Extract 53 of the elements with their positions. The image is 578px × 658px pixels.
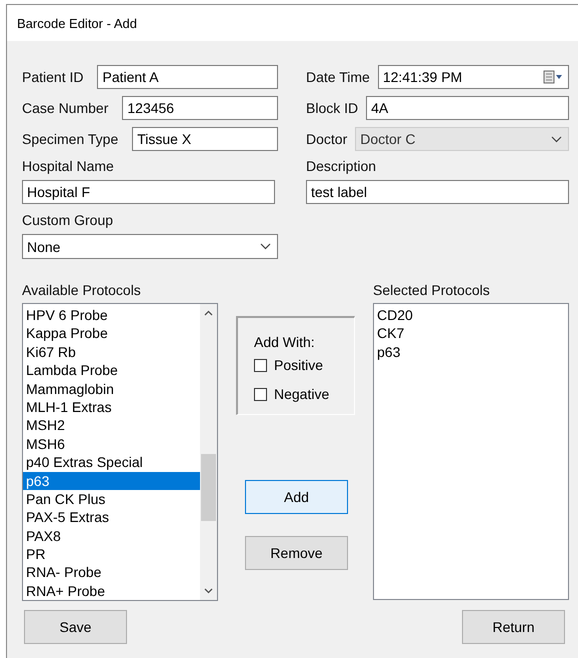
list-item[interactable]: MLH-1 Extras bbox=[23, 398, 200, 416]
list-item[interactable]: p63 bbox=[374, 342, 568, 362]
field-label: Block ID bbox=[306, 100, 358, 116]
action-button[interactable]: Save bbox=[24, 610, 127, 644]
list-item[interactable]: Pan CK Plus bbox=[23, 490, 200, 508]
field-label: Custom Group bbox=[22, 212, 114, 228]
chevron-down-icon bbox=[551, 136, 562, 142]
date-time-picker[interactable]: 12:41:39 PM bbox=[378, 65, 569, 89]
list-item[interactable]: RNA+ Probe bbox=[23, 582, 200, 600]
list-item[interactable]: MSH2 bbox=[23, 416, 200, 435]
checkbox[interactable]: Positive bbox=[254, 354, 324, 376]
field-label: Doctor bbox=[306, 131, 348, 147]
field-label: Case Number bbox=[22, 100, 108, 116]
chevron-down-icon bbox=[260, 243, 271, 250]
action-button[interactable]: Remove bbox=[245, 536, 348, 570]
text-field[interactable]: Patient A bbox=[97, 65, 278, 89]
text-field[interactable]: test label bbox=[306, 180, 569, 204]
field-label: Description bbox=[306, 158, 378, 174]
list-item[interactable]: RNA- Probe bbox=[23, 563, 200, 582]
list-item[interactable]: Mammaglobin bbox=[23, 380, 200, 398]
field-label: Patient ID bbox=[22, 69, 84, 85]
text-field[interactable]: Tissue X bbox=[132, 127, 278, 151]
scroll-down-icon bbox=[204, 588, 213, 594]
list-item[interactable]: CD20 bbox=[374, 306, 568, 324]
field-label: Specimen Type bbox=[22, 131, 118, 147]
list-item[interactable]: Ki67 Rb bbox=[23, 342, 200, 362]
text-field[interactable]: 123456 bbox=[122, 96, 278, 120]
list-item[interactable]: CK7 bbox=[374, 324, 568, 343]
checkbox[interactable]: Negative bbox=[254, 383, 330, 405]
action-button[interactable]: Return bbox=[462, 610, 565, 644]
list-label: Selected Protocols bbox=[373, 282, 491, 298]
field-label: Date Time bbox=[306, 69, 370, 85]
action-button[interactable]: Add bbox=[245, 480, 348, 514]
list-item[interactable]: p63 bbox=[23, 472, 200, 490]
scrollbar[interactable] bbox=[200, 304, 217, 600]
list-label: Available Protocols bbox=[22, 282, 142, 298]
list-item[interactable]: Kappa Probe bbox=[23, 324, 200, 343]
group-label: Add With: bbox=[254, 334, 315, 350]
window-title: Barcode Editor - Add bbox=[17, 16, 137, 30]
list-item[interactable]: PAX-5 Extras bbox=[23, 508, 200, 527]
calendar-icon bbox=[543, 70, 562, 84]
scroll-up-icon bbox=[204, 310, 213, 316]
list-item[interactable]: HPV 6 Probe bbox=[23, 306, 200, 324]
dropdown[interactable]: None bbox=[22, 234, 278, 259]
list-item[interactable]: p40 Extras Special bbox=[23, 453, 200, 472]
list-item[interactable]: Lambda Probe bbox=[23, 361, 200, 380]
list-item[interactable]: MSH6 bbox=[23, 434, 200, 454]
list-item[interactable]: PAX8 bbox=[23, 526, 200, 546]
scroll-thumb[interactable] bbox=[201, 454, 216, 521]
field-label: Hospital Name bbox=[22, 158, 115, 174]
text-field[interactable]: 4A bbox=[366, 96, 569, 120]
text-field[interactable]: Hospital F bbox=[22, 180, 275, 204]
list-item[interactable]: PR bbox=[23, 545, 200, 564]
